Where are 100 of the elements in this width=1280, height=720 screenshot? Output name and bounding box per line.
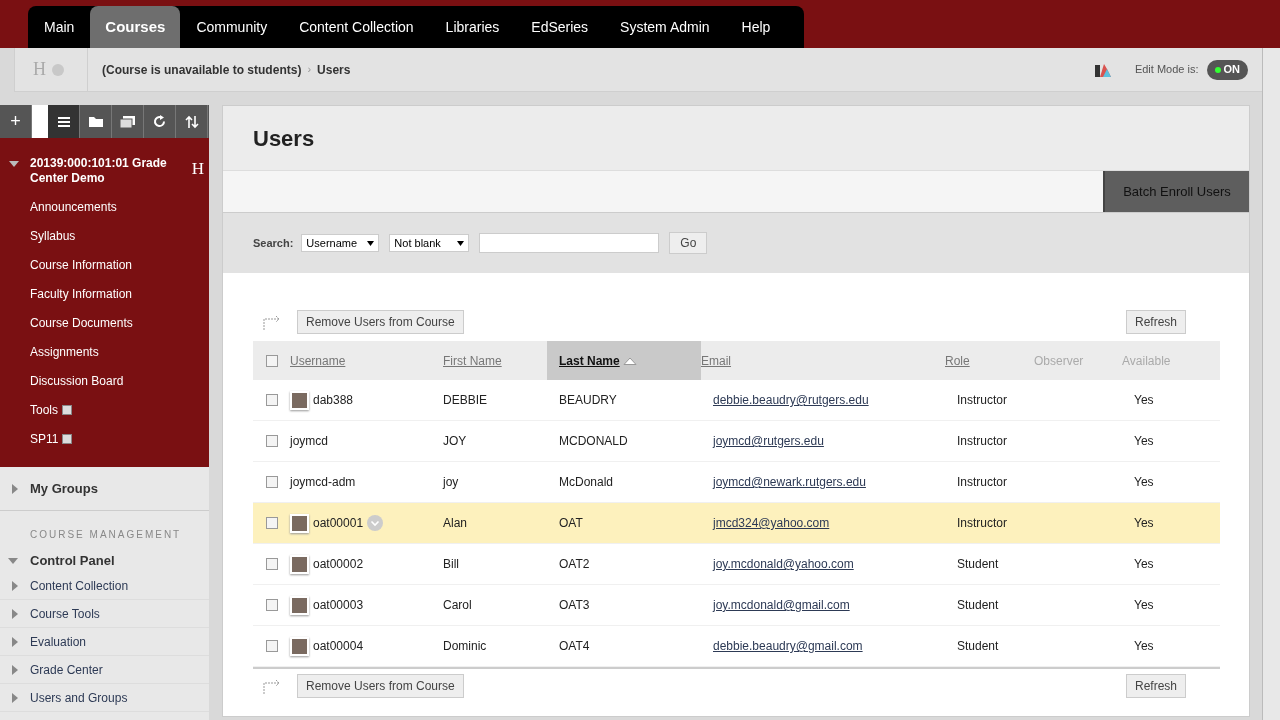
expand-icon[interactable] [10, 692, 20, 703]
table-cell-text: OAT2 [559, 556, 590, 573]
search-field[interactable] [479, 233, 660, 253]
menu-link[interactable]: Course Documents [30, 313, 133, 332]
nav-tab[interactable]: Libraries [429, 6, 516, 48]
email-link[interactable]: joymcd@rutgers.edu [713, 432, 824, 450]
column-header: Observer [1034, 352, 1084, 370]
table-cell-text: OAT3 [559, 597, 590, 614]
menu-link[interactable]: Discussion Board [30, 371, 124, 390]
menu-heading[interactable]: My Groups [30, 478, 98, 499]
table-cell-text: McDonald [559, 474, 614, 491]
list-view-icon [57, 115, 70, 128]
username-text: joymcd [290, 433, 328, 450]
checkbox[interactable] [265, 640, 278, 652]
username-text: oat00003 [313, 597, 364, 614]
scrollbar[interactable] [1262, 48, 1280, 720]
menu-heading[interactable]: Control Panel [30, 551, 115, 571]
expand-icon[interactable] [10, 664, 20, 675]
folder-view-icon [88, 116, 103, 127]
column-header[interactable]: Last Name [559, 351, 620, 370]
table-row[interactable]: oat00001 Alan OAT jmcd324@yahoo.com Instructor Yes [253, 503, 1220, 544]
color-palette-icon[interactable] [1094, 62, 1111, 77]
home-icon[interactable]: H [191, 156, 204, 182]
checkbox[interactable] [265, 599, 278, 611]
collapse-icon[interactable] [8, 556, 18, 566]
search-label: Search: [253, 235, 294, 251]
nav-tab[interactable]: Content Collection [283, 6, 430, 48]
table-cell-text: Instructor [957, 474, 1007, 491]
nav-tab[interactable]: EdSeries [515, 6, 605, 48]
table-cell-text: Instructor [957, 392, 1007, 409]
checkbox[interactable] [265, 435, 278, 447]
collapse-icon[interactable] [9, 159, 19, 169]
table-cell-text: Carol [443, 597, 472, 614]
email-link[interactable]: joymcd@newark.rutgers.edu [713, 473, 866, 491]
table-cell-text: BEAUDRY [559, 392, 617, 409]
nav-tab[interactable]: Courses [90, 6, 181, 48]
checkbox[interactable] [265, 354, 278, 367]
column-header[interactable]: Role [945, 351, 970, 370]
email-link[interactable]: joy.mcdonald@yahoo.com [713, 555, 854, 573]
table-cell-text: Student [957, 638, 999, 655]
caret-icon [367, 240, 375, 246]
menu-link[interactable]: Users and Groups [30, 688, 128, 707]
nav-tab[interactable]: Main [28, 6, 91, 48]
toolbar-blank-block [32, 105, 48, 138]
table-cell-text: DEBBIE [443, 392, 487, 409]
window-view-icon [120, 115, 135, 128]
checkbox[interactable] [265, 517, 278, 529]
nav-tab[interactable]: Community [180, 6, 284, 48]
email-link[interactable]: debbie.beaudry@gmail.com [713, 637, 863, 655]
checkbox[interactable] [265, 394, 278, 406]
email-link[interactable]: jmcd324@yahoo.com [713, 514, 830, 532]
menu-link[interactable]: Syllabus [30, 226, 76, 245]
checkbox[interactable] [265, 476, 278, 488]
expand-icon[interactable] [10, 580, 20, 591]
table-cell-text: OAT4 [559, 638, 590, 655]
menu-link[interactable]: Evaluation [30, 632, 87, 651]
edit-mode-toggle[interactable]: ON [1206, 59, 1248, 80]
refresh-button[interactable]: Refresh [1125, 674, 1186, 698]
menu-link[interactable]: Tools [30, 400, 58, 419]
go-button[interactable]: Go [669, 232, 708, 254]
list-view-button[interactable] [48, 105, 80, 138]
arrow-icon [263, 678, 281, 694]
breadcrumb-current: Users [317, 61, 351, 79]
email-link[interactable]: debbie.beaudry@rutgers.edu [713, 391, 869, 409]
caret-icon [457, 240, 465, 246]
menu-link[interactable]: Content Collection [30, 576, 129, 595]
menu-link[interactable]: Assignments [30, 342, 99, 361]
username-text: oat00004 [313, 638, 364, 655]
column-header[interactable]: Username [290, 351, 346, 370]
email-link[interactable]: joy.mcdonald@gmail.com [713, 596, 850, 614]
menu-link[interactable]: Course Tools [30, 604, 100, 623]
breadcrumb-link[interactable]: (Course is unavailable to students) [102, 60, 302, 79]
remove-users-button[interactable]: Remove Users from Course [297, 674, 464, 698]
dropdown[interactable]: Username [301, 234, 380, 252]
table-cell-text: Yes [1134, 638, 1154, 655]
dropdown-icon[interactable] [367, 515, 384, 531]
arrow-icon [263, 314, 281, 330]
expand-icon[interactable] [10, 636, 20, 647]
menu-link[interactable]: Announcements [30, 197, 117, 216]
table-cell-text: Yes [1134, 392, 1154, 409]
menu-link[interactable]: SP11 [30, 429, 59, 448]
checkbox[interactable] [265, 558, 278, 570]
refresh-button[interactable]: Refresh [1125, 310, 1186, 334]
column-header[interactable]: First Name [443, 351, 502, 370]
nav-tab[interactable]: System Admin [604, 6, 726, 48]
expand-icon[interactable] [10, 483, 20, 494]
dropdown[interactable]: Not blank [389, 234, 470, 252]
column-header: Available [1122, 352, 1171, 370]
section-heading: COURSE MANAGEMENT [29, 528, 183, 542]
menu-link[interactable]: Faculty Information [30, 284, 133, 303]
table-cell-text: Yes [1134, 515, 1154, 532]
table-cell-text: MCDONALD [559, 433, 628, 450]
column-header[interactable]: Email [701, 351, 731, 370]
course-title[interactable]: 20139:000:101:01 Grade Center Demo [30, 156, 180, 186]
sort-ascending-icon[interactable] [622, 356, 637, 365]
menu-link[interactable]: Grade Center [30, 660, 103, 679]
nav-tab[interactable]: Help [725, 6, 787, 48]
expand-icon[interactable] [10, 608, 20, 619]
menu-link[interactable]: Course Information [30, 255, 133, 274]
remove-users-button[interactable]: Remove Users from Course [297, 310, 464, 334]
